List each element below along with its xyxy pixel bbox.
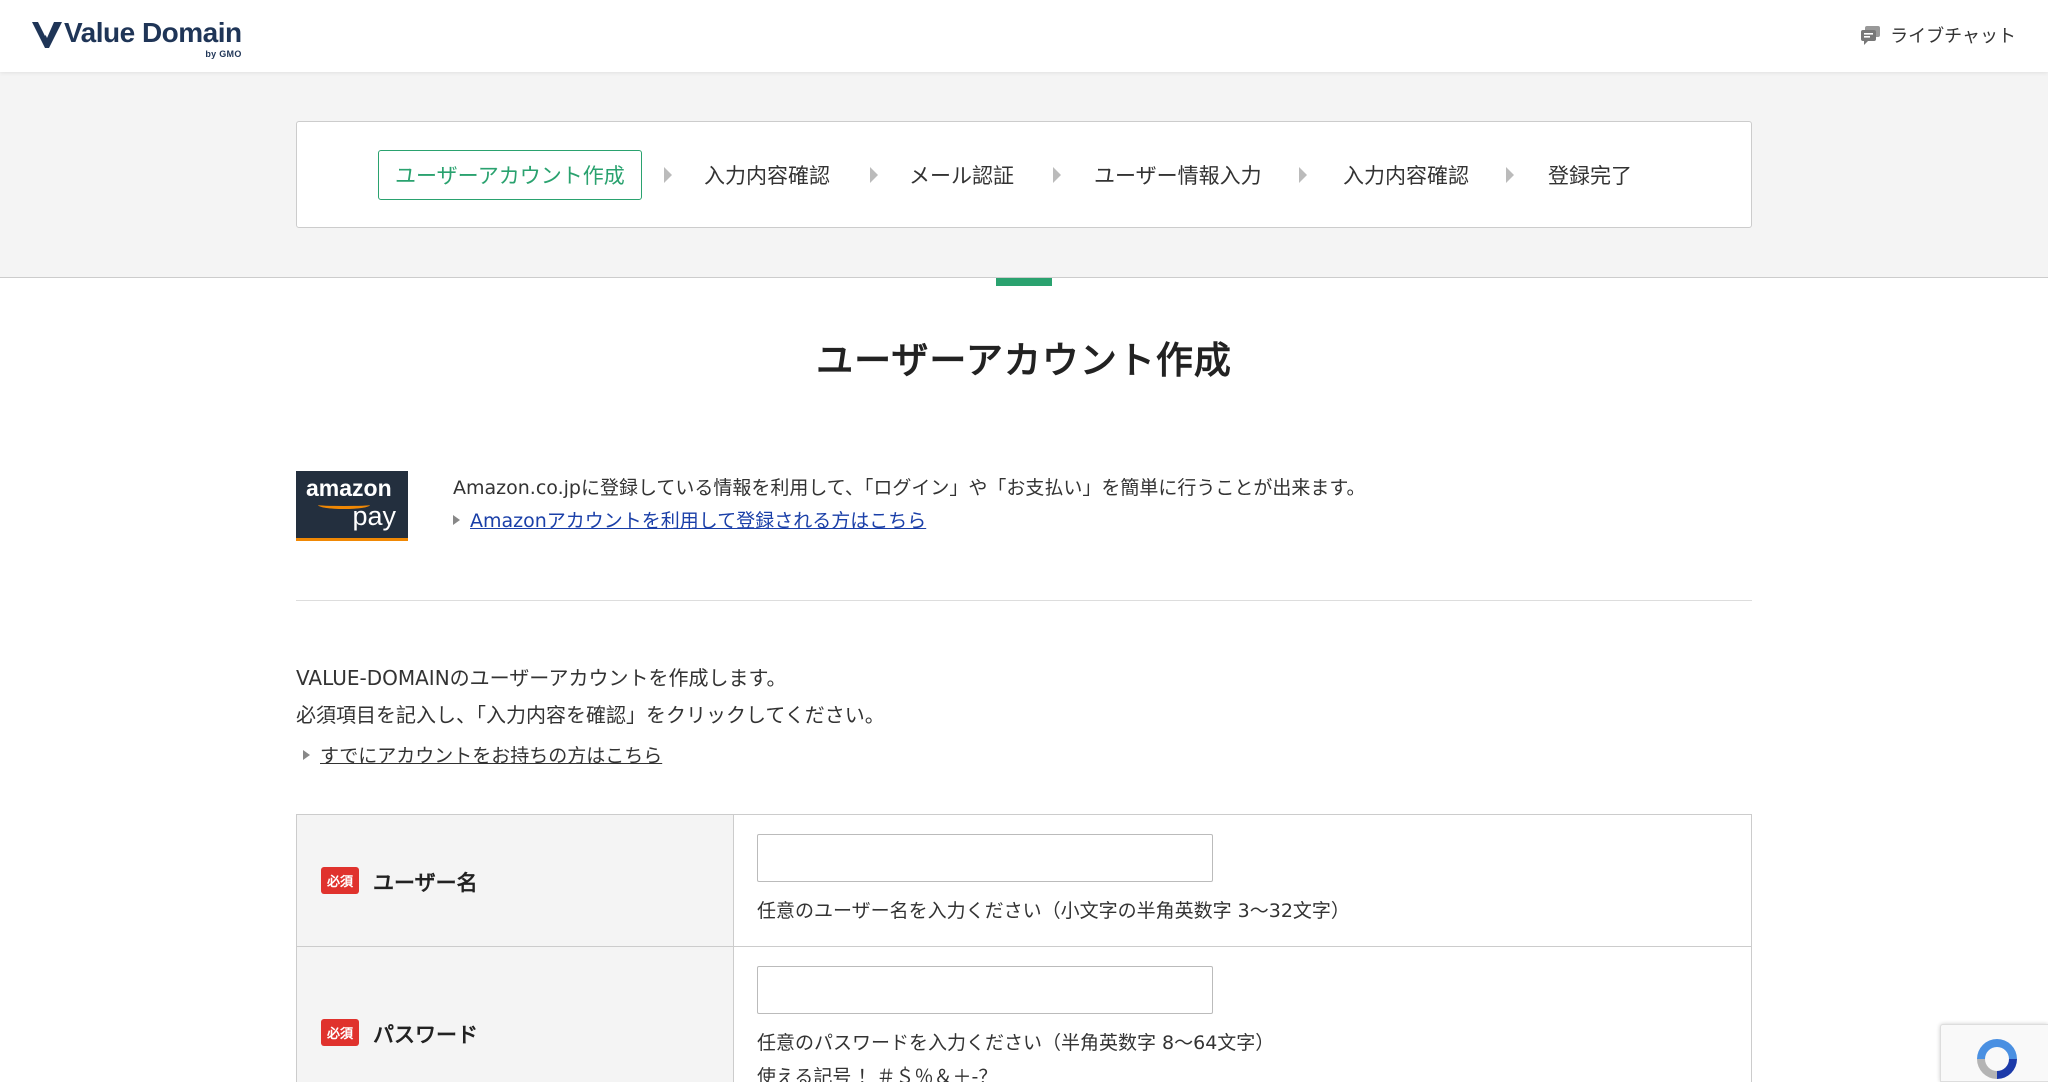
amazon-pay-logo: amazon pay: [296, 471, 408, 541]
triangle-right-icon: [453, 514, 460, 525]
step-progress-band: ユーザーアカウント作成 入力内容確認 メール認証 ユーザー情報入力 入力内容確認…: [0, 72, 2048, 278]
page-title: ユーザーアカウント作成: [816, 339, 1232, 382]
triangle-right-icon: [303, 749, 310, 760]
step-arrow-icon: [1053, 167, 1061, 183]
account-form: 必須 ユーザー名 任意のユーザー名を入力ください（小文字の半角英数字 3〜32文…: [296, 814, 1752, 1082]
chat-bubble-icon: [1861, 26, 1881, 45]
existing-account-link[interactable]: すでにアカウントをお持ちの方はこちら: [320, 741, 662, 768]
value-domain-logo-icon: [32, 22, 62, 48]
existing-account-link-row: すでにアカウントをお持ちの方はこちら: [303, 741, 662, 768]
step-arrow-icon: [1506, 167, 1514, 183]
amazon-logo-text: amazon: [306, 475, 392, 501]
logo-text: Value Domain: [64, 17, 242, 48]
step-4: ユーザー情報入力: [1094, 163, 1262, 188]
step-progress: ユーザーアカウント作成 入力内容確認 メール認証 ユーザー情報入力 入力内容確認…: [296, 121, 1752, 228]
username-hint: 任意のユーザー名を入力ください（小文字の半角英数字 3〜32文字）: [757, 900, 1350, 922]
logo-by-text: by GMO: [205, 49, 242, 59]
amazon-register-link[interactable]: Amazonアカウントを利用して登録される方はこちら: [470, 506, 926, 533]
value-domain-logo[interactable]: Value Domain by GMO: [30, 16, 242, 59]
step-arrow-icon: [870, 167, 878, 183]
livechat-button[interactable]: ライブチャット: [1860, 22, 2016, 48]
required-badge: 必須: [321, 867, 360, 894]
step-2: 入力内容確認: [704, 163, 830, 188]
amazon-register-link-row: Amazonアカウントを利用して登録される方はこちら: [453, 506, 926, 533]
username-label-cell: 必須 ユーザー名: [297, 815, 734, 946]
recaptcha-badge[interactable]: [1940, 1024, 2048, 1082]
intro-text-1: VALUE-DOMAINのユーザーアカウントを作成します。: [296, 666, 787, 690]
password-label-cell: 必須 パスワード: [297, 947, 734, 1082]
step-6: 登録完了: [1548, 163, 1632, 188]
step-5: 入力内容確認: [1343, 163, 1469, 188]
username-label: ユーザー名: [373, 871, 478, 895]
username-input[interactable]: [757, 834, 1213, 882]
username-row: 必須 ユーザー名 任意のユーザー名を入力ください（小文字の半角英数字 3〜32文…: [297, 815, 1751, 947]
amazon-pay-text: pay: [352, 501, 396, 531]
password-label: パスワード: [373, 1023, 478, 1047]
required-badge: 必須: [321, 1019, 360, 1046]
site-header: Value Domain by GMO ライブチャット: [0, 0, 2048, 72]
recaptcha-icon: [1977, 1039, 2017, 1079]
password-input[interactable]: [757, 966, 1213, 1014]
section-accent-bar: [996, 278, 1052, 286]
step-1-current: ユーザーアカウント作成: [378, 150, 642, 200]
password-symbols-hint: 使える記号 ！＃＄％＆＋-？: [757, 1066, 998, 1082]
livechat-label: ライブチャット: [1890, 26, 2016, 47]
amazon-pay-description: Amazon.co.jpに登録している情報を利用して、「ログイン」や「お支払い」…: [453, 477, 1366, 499]
step-3: メール認証: [909, 163, 1014, 188]
step-arrow-icon: [664, 167, 672, 183]
step-arrow-icon: [1299, 167, 1307, 183]
password-hint: 任意のパスワードを入力ください（半角英数字 8〜64文字）: [757, 1032, 1275, 1054]
password-row: 必須 パスワード 任意のパスワードを入力ください（半角英数字 8〜64文字） 使…: [297, 947, 1751, 1082]
intro-text-2: 必須項目を記入し、「入力内容を確認」をクリックしてください。: [296, 703, 885, 727]
divider: [296, 600, 1752, 601]
